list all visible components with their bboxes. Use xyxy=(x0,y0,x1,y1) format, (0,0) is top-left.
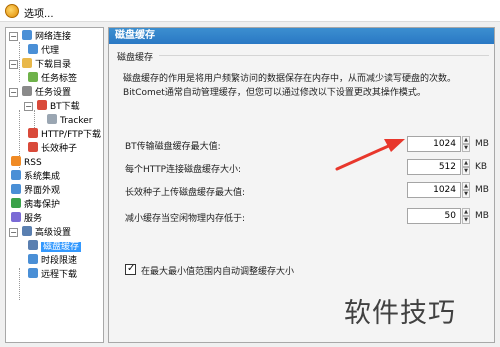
watermark: 软件技巧 xyxy=(344,298,456,329)
